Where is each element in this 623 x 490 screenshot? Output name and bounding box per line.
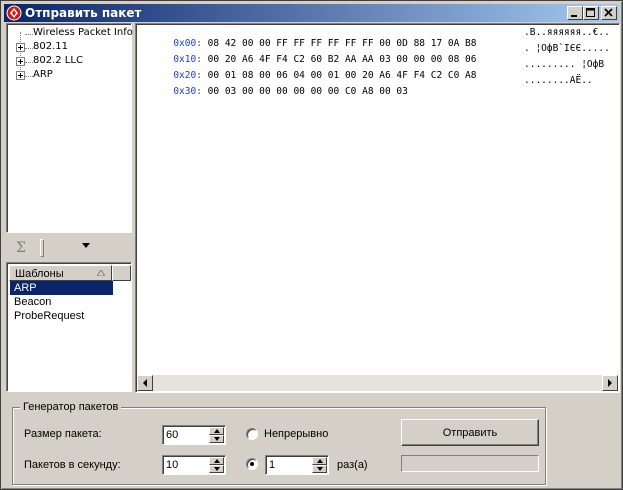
sum-icon[interactable]: Σ <box>16 240 26 256</box>
arrow-left-icon <box>143 379 147 387</box>
hex-row: 0x00: 08 42 00 00 FF FF FF FF FF FF 00 0… <box>139 27 609 49</box>
app-icon <box>6 5 22 21</box>
arrow-up-icon <box>214 459 220 463</box>
maximize-button[interactable] <box>583 6 599 20</box>
repeat-count-value[interactable]: 1 <box>269 459 275 471</box>
send-button[interactable]: Отправить <box>401 419 539 446</box>
template-item-beacon[interactable]: Beacon <box>10 295 113 309</box>
hex-offset: 0x30: <box>173 86 202 97</box>
arrow-down-icon <box>214 437 220 441</box>
radio-selected-dot <box>250 462 254 466</box>
send-button-label: Отправить <box>442 427 498 439</box>
expand-icon[interactable] <box>16 43 25 52</box>
spin-up-button[interactable] <box>209 457 224 465</box>
send-packet-window: Отправить пакет Wireless Packet Info 802… <box>0 0 623 490</box>
minimize-button[interactable] <box>567 6 583 20</box>
hex-bytes[interactable]: 00 03 00 00 00 00 00 00 C0 A8 00 03 <box>208 86 408 97</box>
spin-down-button[interactable] <box>209 465 224 473</box>
generator-group-title: Генератор пакетов <box>20 401 122 413</box>
arrow-right-icon <box>608 379 612 387</box>
templates-header-label: Шаблоны <box>15 268 64 280</box>
packet-size-spinner[interactable]: 60 <box>162 425 226 445</box>
hex-horizontal-scrollbar[interactable] <box>137 375 618 391</box>
spin-down-button[interactable] <box>209 435 224 443</box>
continuous-radio[interactable] <box>246 428 258 440</box>
repeat-count-spinner[interactable]: 1 <box>265 455 329 475</box>
packets-per-second-label: Пакетов в секунду: <box>24 459 121 471</box>
spin-down-button[interactable] <box>312 465 327 473</box>
tree-connector <box>25 76 33 77</box>
hex-ascii[interactable]: .B..яяяяяя..€.. <box>524 27 610 38</box>
continuous-label[interactable]: Непрерывно <box>264 428 328 440</box>
sort-ascending-icon <box>97 270 105 276</box>
arrow-up-icon <box>214 429 220 433</box>
window-title: Отправить пакет <box>25 6 142 20</box>
hex-row: 0x10: 00 20 A6 4F F4 C2 60 B2 AA AA 03 0… <box>139 43 609 65</box>
tree-item-label: Wireless Packet Info <box>33 27 133 38</box>
spin-up-button[interactable] <box>312 457 327 465</box>
tree-item-llc[interactable]: 802.2 LLC <box>7 54 127 68</box>
template-item-probe-request[interactable]: ProbeRequest <box>10 309 113 323</box>
expand-icon[interactable] <box>16 71 25 80</box>
repeat-count-suffix: раз(а) <box>337 459 368 471</box>
arrow-down-icon <box>214 467 220 471</box>
hex-ascii[interactable]: ......... ¦OфВ <box>524 59 604 70</box>
tree-item-label: 802.11 <box>33 41 68 52</box>
hex-ascii[interactable]: ........АЁ.. <box>524 75 593 86</box>
tree-item-80211[interactable]: 802.11 <box>7 40 127 54</box>
scroll-right-button[interactable] <box>602 375 618 391</box>
packets-per-second-spinner[interactable]: 10 <box>162 455 226 475</box>
template-item-arp[interactable]: ARP <box>10 281 113 295</box>
arrow-down-icon <box>317 467 323 471</box>
scroll-left-button[interactable] <box>137 375 153 391</box>
hex-row: 0x20: 00 01 08 00 06 04 00 01 00 20 A6 4… <box>139 59 604 81</box>
tree-connector <box>25 34 33 35</box>
templates-list[interactable]: Шаблоны ARP Beacon ProbeRequest <box>6 262 132 392</box>
packets-per-second-value[interactable]: 10 <box>166 459 178 471</box>
title-bar[interactable]: Отправить пакет <box>4 4 619 22</box>
tree-connector <box>25 48 33 49</box>
packet-tree[interactable]: Wireless Packet Info 802.11 802.2 LLC AR… <box>6 23 133 233</box>
arrow-up-icon <box>317 459 323 463</box>
tree-item-arp[interactable]: ARP <box>7 68 127 82</box>
maximize-icon <box>586 8 595 17</box>
templates-column-header[interactable]: Шаблоны <box>9 265 112 281</box>
toolbar-separator <box>40 239 44 257</box>
hex-view[interactable]: 0x00: 08 42 00 00 FF FF FF FF FF FF 00 0… <box>135 23 620 393</box>
minimize-icon <box>571 15 577 17</box>
tree-item-wireless-info[interactable]: Wireless Packet Info <box>7 26 133 40</box>
hex-row: 0x30: 00 03 00 00 00 00 00 00 C0 A8 00 0… <box>139 75 592 97</box>
tree-item-label: 802.2 LLC <box>33 55 83 66</box>
templates-column-header-empty[interactable] <box>112 265 131 281</box>
send-progress-bar <box>401 455 539 472</box>
template-toolbar: Σ <box>6 235 132 261</box>
hex-ascii[interactable]: . ¦OфВ`ІЄЄ..... <box>524 43 610 54</box>
spin-up-button[interactable] <box>209 427 224 435</box>
packet-size-label: Размер пакета: <box>24 428 102 440</box>
expand-icon[interactable] <box>16 57 25 66</box>
packet-size-value[interactable]: 60 <box>166 429 178 441</box>
tree-item-label: ARP <box>33 69 53 80</box>
close-button[interactable] <box>601 6 617 20</box>
close-icon <box>604 8 613 17</box>
count-radio[interactable] <box>246 458 258 470</box>
tree-connector <box>25 62 33 63</box>
dropdown-arrow-icon[interactable] <box>82 243 90 248</box>
